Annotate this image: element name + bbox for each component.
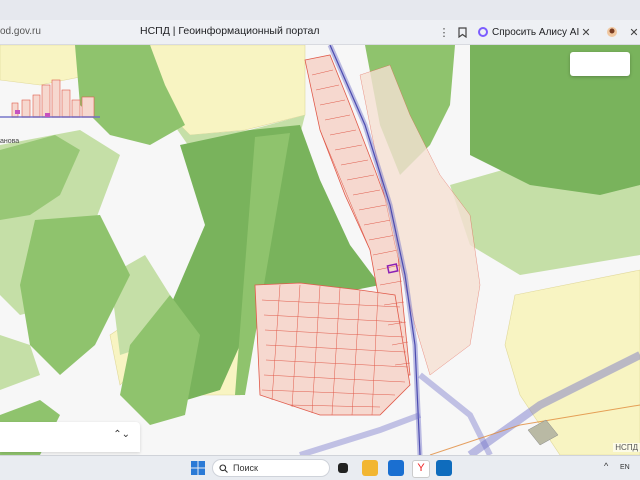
taskbar: Поиск Y ^ EN: [0, 455, 640, 480]
bookmark-icon[interactable]: [454, 24, 470, 40]
menu-dots-icon[interactable]: ⋮: [436, 24, 452, 40]
profile-icon[interactable]: [604, 24, 620, 40]
store-icon[interactable]: [388, 460, 404, 476]
taskbar-search-label: Поиск: [233, 463, 258, 473]
tray-chevron-icon[interactable]: ^: [604, 461, 608, 471]
close-browser-icon[interactable]: ✕: [626, 24, 640, 40]
url-text[interactable]: od.gov.ru: [0, 26, 41, 37]
nspd-attribution: НСПД: [613, 443, 640, 452]
file-explorer-icon[interactable]: [362, 460, 378, 476]
browser-tab-strip: [0, 0, 640, 20]
page-title: НСПД | Геоинформационный портал: [140, 25, 320, 37]
ask-alice-button[interactable]: Спросить Алису AI: [472, 22, 585, 42]
layer-select[interactable]: ⌃⌄: [0, 422, 140, 452]
windows-start-icon[interactable]: [190, 460, 206, 476]
language-indicator[interactable]: EN: [620, 464, 630, 471]
search-icon: [219, 463, 228, 473]
map-canvas[interactable]: [0, 45, 640, 455]
settlement-label: анова: [0, 138, 20, 145]
map-view[interactable]: [0, 45, 640, 455]
parcel-block: [254, 282, 411, 416]
task-view-icon[interactable]: [338, 463, 348, 473]
ask-alice-label: Спросить Алису AI: [492, 26, 580, 38]
extensions-icon[interactable]: ✕: [578, 24, 594, 40]
chevron-updown-icon[interactable]: ⌃⌄: [113, 429, 130, 440]
mail-icon[interactable]: [436, 460, 452, 476]
alice-icon: [478, 27, 488, 37]
taskbar-search[interactable]: Поиск: [212, 459, 330, 477]
address-bar[interactable]: od.gov.ru НСПД | Геоинформационный порта…: [0, 20, 640, 45]
yandex-browser-icon[interactable]: Y: [412, 460, 430, 478]
map-search-box[interactable]: [570, 52, 630, 76]
